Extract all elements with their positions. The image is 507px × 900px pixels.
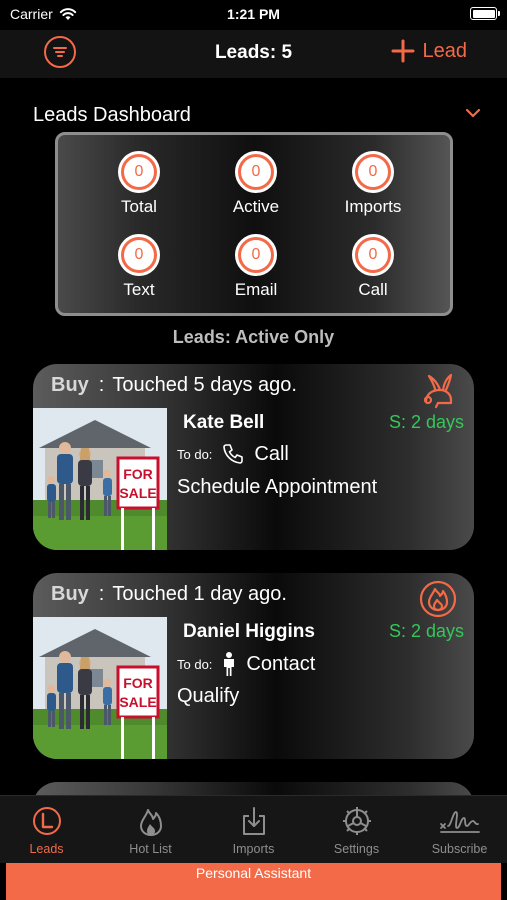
lead-separator: : (98, 583, 105, 605)
stat-label: Email (234, 280, 278, 299)
tab-label: Leads (29, 842, 64, 856)
status-bar: Carrier 1:21 PM (0, 0, 507, 30)
signature-icon (439, 811, 480, 833)
personal-assistant-label: Personal Assistant (195, 865, 312, 881)
tab-leads[interactable]: Leads (0, 804, 97, 856)
person-icon (224, 652, 235, 676)
stat-value: 0 (358, 157, 388, 187)
todo-label: To do: (177, 446, 213, 462)
add-lead-label: Lead (422, 39, 468, 62)
rabbit-icon (423, 373, 453, 409)
stat-circle: 0 (235, 151, 277, 193)
tab-label: Hot List (129, 842, 172, 856)
tab-settings[interactable]: Settings (306, 804, 407, 856)
dashboard-header[interactable]: Leads Dashboard (33, 104, 483, 130)
lead-type: Buy (51, 583, 89, 605)
add-lead-button[interactable]: Lead (391, 39, 468, 63)
stat-email[interactable]: 0 Email (201, 234, 311, 300)
lead-touched: Touched 1 day ago. (112, 583, 287, 605)
stat-value: 0 (241, 240, 271, 270)
stat-circle: 0 (352, 151, 394, 193)
stat-value: 0 (124, 157, 154, 187)
chevron-down-icon[interactable] (465, 108, 481, 118)
lead-name: Daniel Higgins (183, 621, 315, 642)
plus-icon (391, 39, 414, 63)
tab-label: Settings (333, 842, 380, 856)
stats-panel: 0 Total 0 Active 0 Imports 0 Text 0 Emai… (55, 132, 453, 316)
todo-row: To do: Contact (177, 651, 315, 677)
status-time: 1:21 PM (227, 6, 280, 22)
lead-card[interactable]: Buy: Touched 5 days ago. FOR SALE Kate B… (33, 364, 474, 550)
stat-circle: 0 (118, 234, 160, 276)
stat-value: 0 (241, 157, 271, 187)
lead-topline: Buy: Touched 5 days ago. (51, 374, 297, 397)
flame-icon (139, 809, 162, 836)
sign-text: FOR (123, 675, 153, 691)
todo-value: Contact (246, 652, 316, 675)
active-filter-label: Leads: Active Only (172, 327, 335, 347)
stat-circle: 0 (352, 234, 394, 276)
sign-text: SALE (119, 694, 156, 710)
personal-assistant-button[interactable]: Personal Assistant (6, 863, 501, 900)
stat-call[interactable]: 0 Call (318, 234, 428, 300)
sign-text: SALE (119, 485, 156, 501)
phone-icon (223, 444, 244, 464)
property-photo: FOR SALE (33, 408, 167, 550)
lead-topline: Buy: Touched 1 day ago. (51, 583, 287, 606)
todo-row: To do: Call (177, 442, 289, 466)
tab-bar: Leads Hot List Imports Settings Subscrib… (0, 795, 507, 863)
stat-text[interactable]: 0 Text (84, 234, 194, 300)
lead-touched: Touched 5 days ago. (112, 374, 297, 396)
stat-label: Active (232, 197, 280, 216)
tab-imports[interactable]: Imports (203, 804, 304, 856)
nav-bar: Leads: 5 Lead (0, 30, 507, 78)
stat-label: Total (121, 197, 157, 216)
flame-icon (419, 580, 457, 618)
todo-label: To do: (177, 656, 213, 672)
leads-circle-icon (32, 807, 61, 835)
sign-text: FOR (123, 466, 153, 482)
property-photo: FOR SALE (33, 617, 167, 759)
stat-imports[interactable]: 0 Imports (318, 151, 428, 217)
stale-indicator: S: 2 days (388, 621, 464, 641)
gear-icon (342, 807, 371, 835)
stat-total[interactable]: 0 Total (84, 151, 194, 217)
stat-label: Imports (344, 197, 402, 216)
tab-subscribe[interactable]: Subscribe (409, 804, 507, 856)
tab-label: Subscribe (431, 842, 488, 856)
lead-type: Buy (51, 374, 89, 396)
lead-task: Schedule Appointment (177, 476, 378, 498)
stat-value: 0 (358, 240, 388, 270)
lead-task: Qualify (177, 685, 240, 707)
stat-active[interactable]: 0 Active (201, 151, 311, 217)
dashboard-title: Leads Dashboard (33, 104, 191, 126)
stat-value: 0 (124, 240, 154, 270)
stat-label: Text (123, 280, 155, 299)
stat-label: Call (358, 280, 388, 299)
lead-card[interactable]: Buy: Touched 1 day ago. FOR SALE Daniel … (33, 573, 474, 759)
stat-circle: 0 (118, 151, 160, 193)
todo-value: Call (254, 442, 289, 465)
lead-separator: : (98, 374, 105, 396)
tab-label: Imports (232, 842, 275, 856)
import-icon (242, 807, 265, 835)
tab-hot-list[interactable]: Hot List (100, 804, 201, 856)
stale-indicator: S: 2 days (388, 412, 464, 432)
stat-circle: 0 (235, 234, 277, 276)
lead-name: Kate Bell (183, 412, 265, 433)
battery-icon (470, 7, 500, 20)
